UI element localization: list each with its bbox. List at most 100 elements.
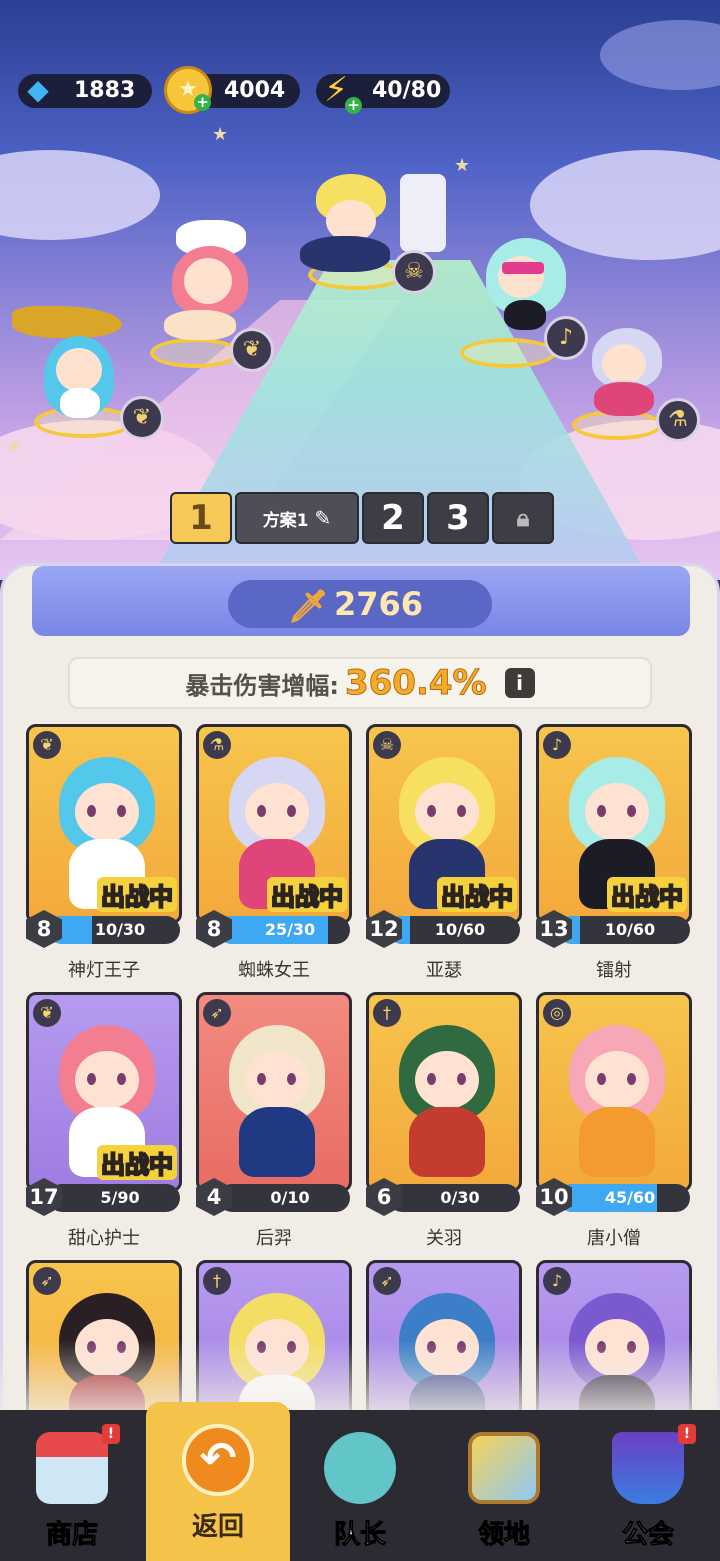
- coin-icon: ★ +: [164, 66, 212, 114]
- tab-number: 3: [446, 498, 470, 538]
- gem-counter[interactable]: ◆ 1883: [18, 73, 152, 108]
- shard-progress-text: 25/30: [264, 920, 316, 939]
- lock-icon: 🔒︎: [516, 504, 530, 532]
- wing-icon: ❦: [120, 396, 164, 440]
- cloud: [0, 150, 160, 240]
- add-icon[interactable]: +: [345, 97, 362, 114]
- hero-face: [75, 783, 139, 841]
- staff-icon: ♪: [543, 1267, 571, 1295]
- nav-captain[interactable]: 队长: [288, 1410, 432, 1561]
- hero-card[interactable]: ☠ 出战中 10/60 12 亚瑟: [366, 724, 522, 981]
- hero-eye: [597, 805, 606, 817]
- staff-icon: ♪: [543, 731, 571, 759]
- nav-captain-label: 队长: [333, 1520, 386, 1551]
- formation-tab-2[interactable]: 2: [362, 492, 424, 544]
- potion-icon: ⚗: [656, 398, 700, 442]
- hero-level-row: 10/60 12: [366, 910, 522, 948]
- hero-face: [415, 783, 479, 841]
- star-icon: ★: [454, 155, 471, 176]
- nav-guild[interactable]: ! 公会: [576, 1410, 720, 1561]
- hero-card-art: †: [366, 992, 522, 1192]
- hero-name: 亚瑟: [426, 960, 462, 981]
- combat-power-value: 2766: [334, 585, 424, 623]
- combat-power: 🗡︎ 2766: [228, 580, 492, 628]
- hero-card[interactable]: ➶ 0/10 4 后羿: [196, 992, 352, 1249]
- wing-icon: ❦: [230, 328, 274, 372]
- crit-damage-row: 暴击伤害增幅: 360.4% i: [68, 657, 652, 709]
- hero-card[interactable]: ♪ 出战中 10/60 13 镭射: [536, 724, 692, 981]
- formation-tab-3[interactable]: 3: [427, 492, 489, 544]
- lamp-icon: [12, 306, 122, 338]
- hero-eye: [597, 1073, 606, 1085]
- nav-territory-label: 领地: [477, 1520, 530, 1551]
- add-icon[interactable]: +: [194, 94, 211, 111]
- nav-back-label: 返回: [191, 1512, 244, 1542]
- visor: [502, 262, 544, 274]
- formation-arena: ★ ★ ★ ◆ 1883 ★ + 4004 ⚡ + 40/80 ❦ ❦ ☠ ♪ …: [0, 0, 720, 580]
- tab-number: 2: [381, 498, 405, 538]
- shard-progress-text: 10/30: [94, 920, 146, 939]
- nav-back[interactable]: ↶ 返回: [146, 1402, 290, 1561]
- hero-card-art: ❦ 出战中: [26, 992, 182, 1192]
- territory-map-icon: [468, 1432, 540, 1504]
- locked-formation-tab[interactable]: 🔒︎: [492, 492, 554, 544]
- cloud: [600, 20, 720, 90]
- hero-card-art: ⚗ 出战中: [196, 724, 352, 924]
- back-arrow-icon: ↶: [182, 1424, 254, 1496]
- nav-shop[interactable]: ! 商店: [0, 1410, 144, 1561]
- energy-counter[interactable]: ⚡ + 40/80: [316, 73, 450, 114]
- formation-tabs: 1 方案1 ✎ 2 3 🔒︎: [170, 492, 554, 544]
- hero-body: [164, 310, 236, 340]
- hero-eye: [87, 805, 96, 817]
- hero-card[interactable]: ❦ 出战中 5/90 17 甜心护士: [26, 992, 182, 1249]
- field-hero-spider-queen[interactable]: ⚗: [572, 310, 720, 460]
- hero-card[interactable]: ⚗ 出战中 25/30 8 蜘蛛女王: [196, 724, 352, 981]
- bow-icon: ➶: [203, 999, 231, 1027]
- hero-eye: [627, 805, 636, 817]
- bottom-nav: ! 商店 ↶ 返回 队长 领地 ! 公会: [0, 1402, 720, 1561]
- crit-value: 360.4%: [344, 663, 487, 704]
- gold-counter[interactable]: ★ + 4004: [164, 66, 300, 114]
- shard-progress-text: 10/60: [604, 920, 656, 939]
- hero-face: [585, 1051, 649, 1109]
- hero-body: [504, 300, 546, 330]
- lightning-icon: ⚡ +: [312, 66, 362, 114]
- spiral-icon: ◎: [543, 999, 571, 1027]
- hero-card-art: ❦ 出战中: [26, 724, 182, 924]
- shard-progress-bar: 10/60: [558, 916, 690, 944]
- nav-territory[interactable]: 领地: [432, 1410, 576, 1561]
- deployed-badge: 出战中: [97, 1145, 177, 1180]
- star-icon: ★: [212, 124, 229, 145]
- deployed-badge: 出战中: [607, 877, 687, 912]
- hero-name: 后羿: [256, 1228, 292, 1249]
- hero-body: [60, 388, 100, 418]
- tab-number: 1: [189, 498, 213, 538]
- gold-value: 4004: [224, 78, 286, 103]
- hero-eye: [87, 1073, 96, 1085]
- hero-level-row: 10/60 13: [536, 910, 692, 948]
- shard-progress-bar: 5/90: [48, 1184, 180, 1212]
- nav-shop-label: 商店: [45, 1520, 98, 1551]
- edit-icon: ✎: [314, 506, 332, 530]
- field-hero-arthur[interactable]: ☠: [296, 160, 456, 300]
- info-icon[interactable]: i: [504, 668, 535, 698]
- hero-card[interactable]: ❦ 出战中 10/30 8 神灯王子: [26, 724, 182, 981]
- formation-tab-1[interactable]: 1: [170, 492, 232, 544]
- shard-progress-bar: 10/30: [48, 916, 180, 944]
- hero-name: 蜘蛛女王: [238, 960, 310, 981]
- hero-eye: [257, 805, 266, 817]
- hero-card[interactable]: ◎ 45/60 10 唐小僧: [536, 992, 692, 1249]
- plan-name-button[interactable]: 方案1 ✎: [235, 492, 359, 544]
- sword-icon: 🗡︎: [288, 587, 329, 625]
- crit-label: 暴击伤害增幅:: [185, 671, 339, 700]
- gem-value: 1883: [74, 78, 136, 103]
- scroll-fade: [0, 1340, 720, 1420]
- hero-level-row: 0/10 4: [196, 1178, 352, 1216]
- hero-level-row: 25/30 8: [196, 910, 352, 948]
- hero-name: 神灯王子: [68, 960, 140, 981]
- hero-body: [409, 1107, 485, 1177]
- hero-card[interactable]: † 0/30 6 关羽: [366, 992, 522, 1249]
- field-hero-nurse[interactable]: ❦: [150, 210, 290, 380]
- hero-face: [415, 1051, 479, 1109]
- wing-icon: ❦: [33, 999, 61, 1027]
